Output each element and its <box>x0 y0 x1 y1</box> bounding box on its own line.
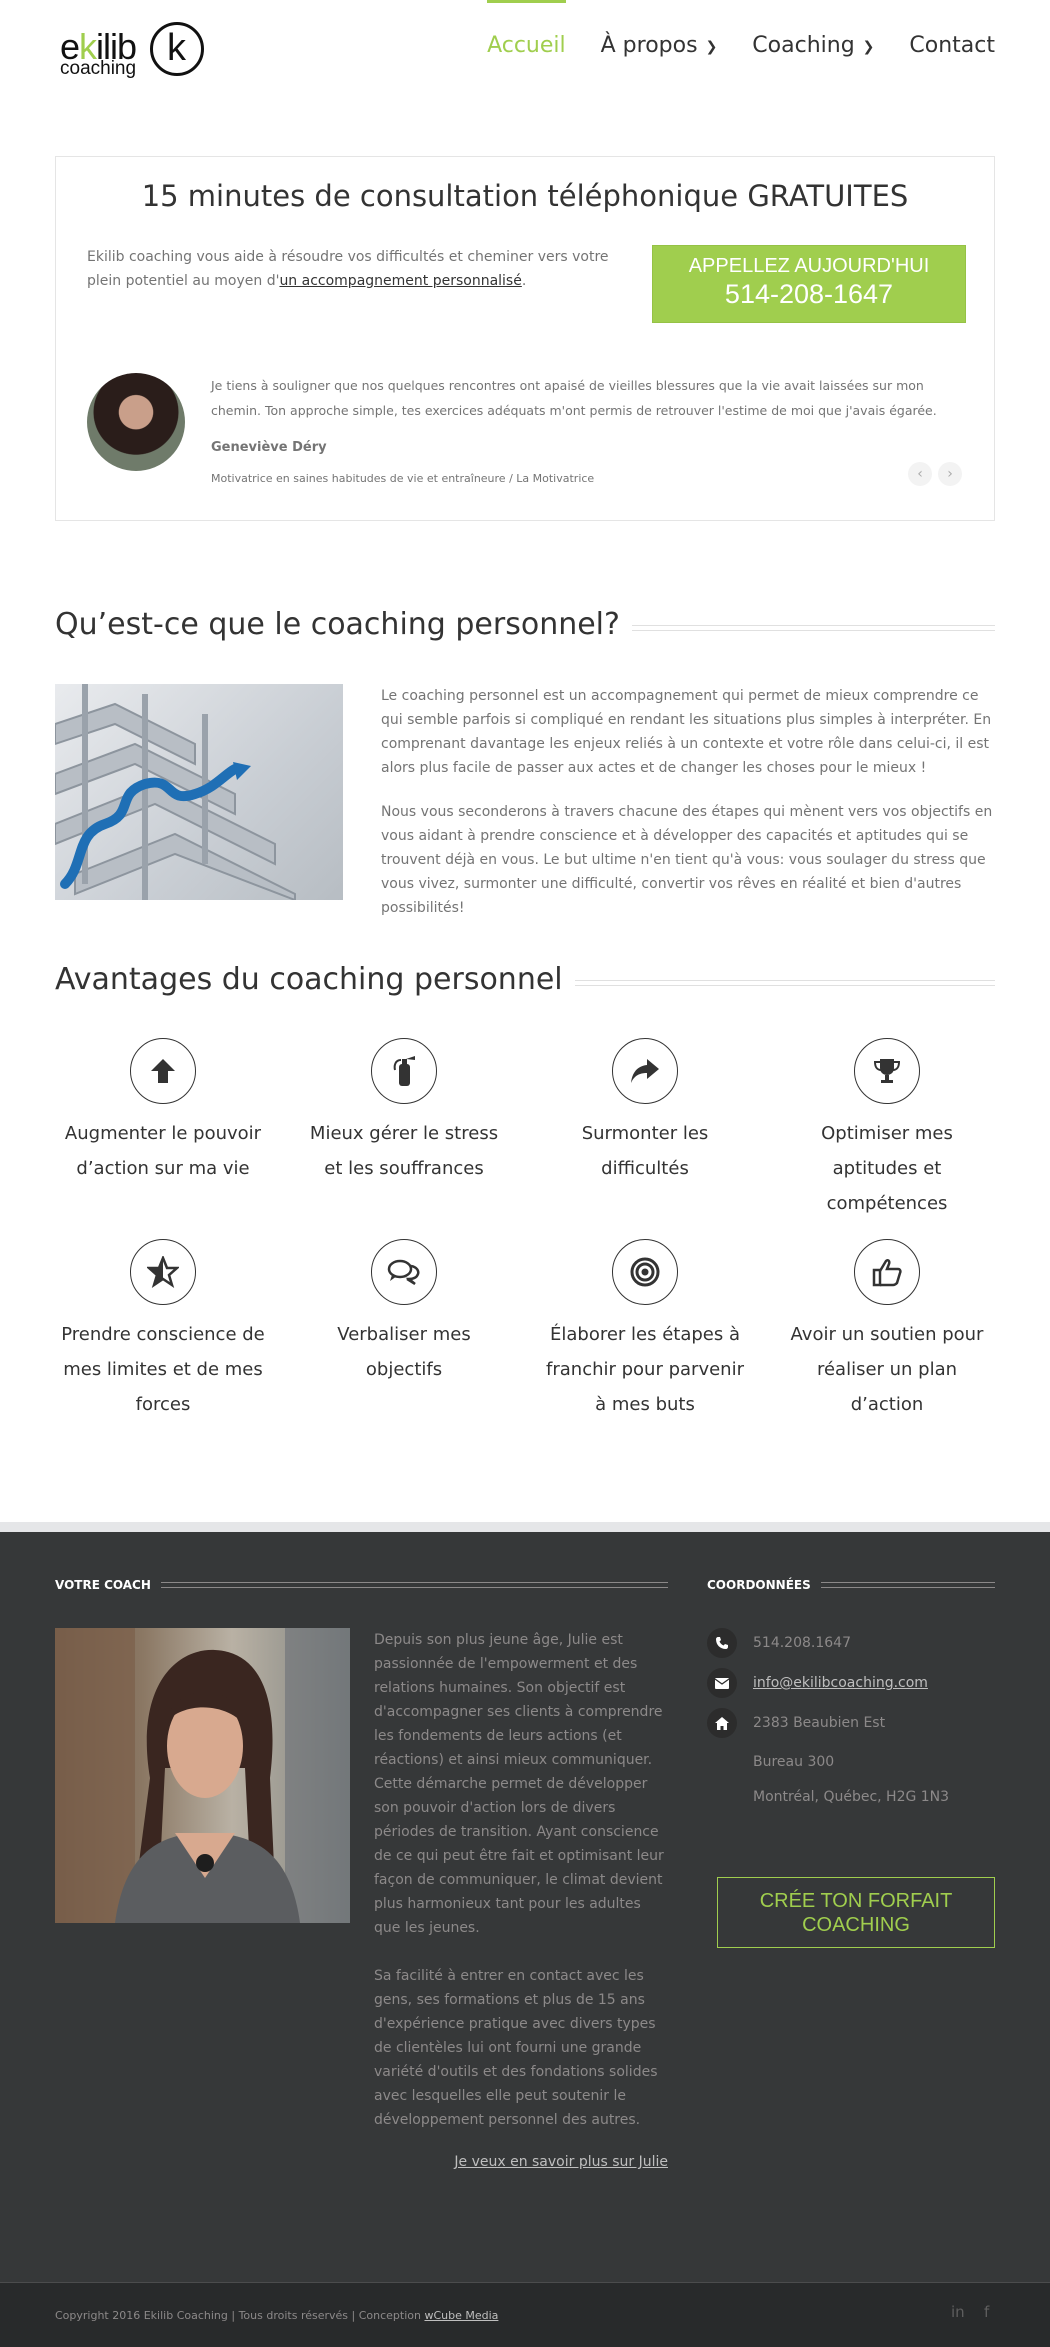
contact-address: 2383 Beaubien Est <box>707 1708 885 1738</box>
testimonial-avatar <box>87 373 185 471</box>
benefit-item: Surmonter les difficultés <box>540 1038 750 1186</box>
logo[interactable]: ekilib coaching k <box>55 18 205 82</box>
target-icon <box>612 1239 678 1305</box>
chat-bubbles-icon <box>371 1239 437 1305</box>
benefit-item: Verbaliser mes objectifs <box>299 1239 509 1387</box>
footer-divider <box>808 1582 995 1588</box>
trophy-icon <box>854 1038 920 1104</box>
coaching-paragraph: Le coaching personnel est un accompagnem… <box>381 688 992 776</box>
logo-mark: k <box>150 22 204 76</box>
testimonial-text: Je tiens à souligner que nos quelques re… <box>211 378 937 418</box>
footer-top-band <box>0 1522 1050 1532</box>
home-icon <box>707 1708 737 1738</box>
benefit-item: Élaborer les étapes à franchir pour parv… <box>540 1239 750 1422</box>
testimonial-prev-button[interactable]: ‹ <box>908 462 932 486</box>
coach-photo <box>55 1628 350 1923</box>
contact-heading: COORDONNÉES <box>707 1578 821 1592</box>
chevron-down-icon: ❯ <box>705 39 718 55</box>
coach-more-link[interactable]: Je veux en savoir plus sur Julie <box>374 2154 668 2170</box>
linkedin-icon[interactable]: in <box>951 2303 965 2321</box>
arrow-up-icon <box>130 1038 196 1104</box>
section-divider <box>572 980 995 986</box>
nav-item-a-propos[interactable]: À propos ❯ <box>601 0 718 90</box>
contact-phone: 514.208.1647 <box>707 1628 851 1658</box>
main-nav: Accueil À propos ❯ Coaching ❯ Contact <box>452 0 995 90</box>
designer-link[interactable]: wCube Media <box>424 2309 498 2322</box>
share-arrow-icon <box>612 1038 678 1104</box>
coach-bio: Depuis son plus jeune âge, Julie est pas… <box>374 1628 668 2156</box>
consultation-box: 15 minutes de consultation téléphonique … <box>55 156 995 521</box>
copyright-text: Copyright 2016 Ekilib Coaching | Tous dr… <box>55 2309 499 2322</box>
maze-image <box>55 684 343 900</box>
address-line: Bureau 300 <box>753 1754 835 1770</box>
footer-divider <box>150 1582 668 1588</box>
logo-subword: coaching <box>60 58 137 79</box>
nav-item-accueil[interactable]: Accueil <box>487 0 566 90</box>
footer: VOTRE COACH Depuis son plus jeune âge, J… <box>0 1532 1050 2282</box>
address-line: Montréal, Québec, H2G 1N3 <box>753 1789 950 1805</box>
star-icon <box>130 1239 196 1305</box>
coach-paragraph: Sa facilité à entrer en contact avec les… <box>374 1968 658 2128</box>
testimonial-role: Motivatrice en saines habitudes de vie e… <box>211 472 595 485</box>
nav-item-contact[interactable]: Contact <box>909 0 995 90</box>
envelope-icon <box>707 1668 737 1698</box>
coach-heading: VOTRE COACH <box>55 1578 161 1592</box>
chevron-down-icon: ❯ <box>862 39 875 55</box>
benefits-section-title: Avantages du coaching personnel <box>55 962 575 997</box>
consultation-title: 15 minutes de consultation téléphonique … <box>141 179 909 213</box>
consultation-lead: Ekilib coaching vous aide à résoudre vos… <box>87 249 609 289</box>
accompagnement-link[interactable]: un accompagnement personnalisé <box>279 273 521 289</box>
copyright-bar: Copyright 2016 Ekilib Coaching | Tous dr… <box>0 2282 1050 2347</box>
nav-item-coaching[interactable]: Coaching ❯ <box>752 0 874 90</box>
call-today-button[interactable]: APPELLEZ AUJOURD'HUI 514-208-1647 <box>652 245 966 323</box>
benefit-item: Mieux gérer le stress et les souffrances <box>299 1038 509 1186</box>
testimonial-author: Geneviève Déry <box>211 440 327 455</box>
coaching-section-title: Qu’est-ce que le coaching personnel? <box>55 607 632 642</box>
benefit-item: Avoir un soutien pour réaliser un plan d… <box>782 1239 992 1422</box>
phone-icon <box>707 1628 737 1658</box>
section-divider <box>620 625 995 631</box>
site-header: ekilib coaching k Accueil À propos ❯ Coac… <box>0 0 1050 90</box>
thumbs-up-icon <box>854 1239 920 1305</box>
benefit-item: Optimiser mes aptitudes et compétences <box>782 1038 992 1221</box>
create-package-button[interactable]: CRÉE TON FORFAIT COACHING <box>717 1877 995 1948</box>
contact-email: info@ekilibcoaching.com <box>707 1668 928 1698</box>
testimonial-next-button[interactable]: › <box>938 462 962 486</box>
coaching-paragraph: Nous vous seconderons à travers chacune … <box>381 804 993 916</box>
email-link[interactable]: info@ekilibcoaching.com <box>753 1675 928 1691</box>
benefit-item: Augmenter le pouvoir d’action sur ma vie <box>58 1038 268 1186</box>
coach-paragraph: Depuis son plus jeune âge, Julie est pas… <box>374 1632 664 1936</box>
coaching-description: Le coaching personnel est un accompagnem… <box>381 684 995 940</box>
benefit-item: Prendre conscience de mes limites et de … <box>58 1239 268 1422</box>
facebook-icon[interactable]: f <box>984 2303 989 2321</box>
fire-extinguisher-icon <box>371 1038 437 1104</box>
